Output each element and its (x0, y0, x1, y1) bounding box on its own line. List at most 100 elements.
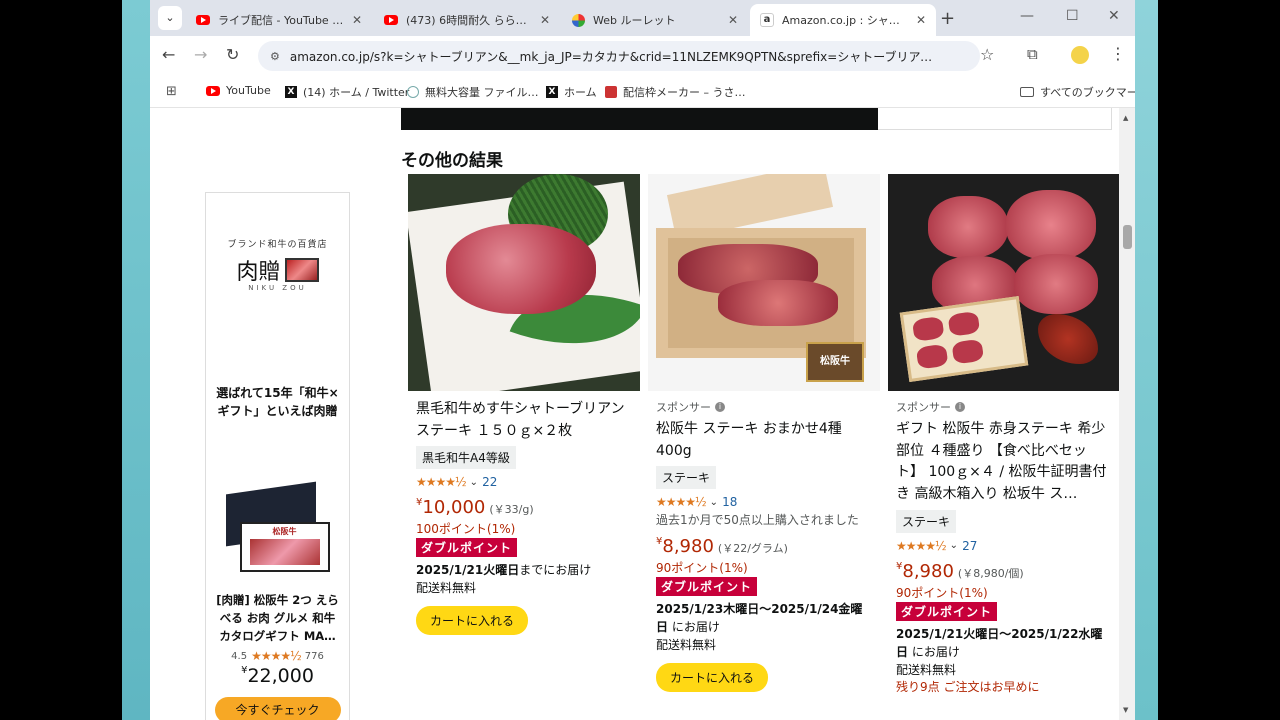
profile-avatar[interactable] (1071, 46, 1089, 64)
info-icon[interactable]: i (715, 402, 725, 412)
address-url[interactable]: amazon.co.jp/s?k=シャトーブリアン&__mk_ja_JP=カタカ… (290, 48, 980, 65)
shipping: 配送料無料 (416, 581, 477, 596)
tab-web-roulette[interactable]: Web ルーレット ✕ (562, 4, 748, 36)
steak (446, 224, 596, 314)
delivery-info: 2025/1/23木曜日～2025/1/24金曜日 にお届け (656, 600, 872, 636)
chevron-down-icon[interactable]: ⌄ (950, 540, 958, 551)
new-tab-button[interactable]: + (940, 8, 955, 29)
ad-rating[interactable]: 4.5 ★★★★½ 776 (206, 649, 349, 663)
tab-youtube-video[interactable]: (473) 6時間耐久 らららコッペ… ✕ (374, 4, 560, 36)
double-points-badge: ダブルポイント (656, 577, 758, 597)
product-image[interactable] (408, 174, 640, 391)
extensions-icon[interactable]: ⧉ (1027, 45, 1038, 63)
steak (928, 196, 1008, 258)
review-count[interactable]: 22 (482, 475, 497, 489)
ad-brand-name: 肉贈 (236, 260, 281, 285)
unit-price: (￥8,980/個) (957, 566, 1024, 580)
gift-box: 松阪牛 (239, 522, 330, 572)
ad-title[interactable]: [肉贈] 松阪牛 2つ えらべる お肉 グルメ 和牛 カタログギフト MA… (214, 592, 341, 645)
ad-product-image[interactable]: 松阪牛 (222, 481, 334, 574)
reload-button[interactable]: ↻ (226, 45, 239, 64)
bookmark-label: (14) ホーム / Twitter (303, 86, 410, 99)
bookmark-star-icon[interactable]: ☆ (980, 45, 994, 64)
scrollbar[interactable]: ▲ ▼ (1119, 108, 1135, 720)
product-price: ¥8,980 (￥22/グラム) (656, 536, 872, 557)
star-rating-icon: ★★★★½ (656, 495, 707, 510)
youtube-icon (196, 15, 210, 25)
product-price: ¥8,980 (￥8,980/個) (896, 561, 1112, 582)
steak (911, 315, 945, 342)
scrollbar-thumb[interactable] (1123, 225, 1132, 249)
product-rating[interactable]: ★★★★½ ⌄ 22 (416, 475, 632, 489)
chevron-down-icon[interactable]: ⌄ (470, 477, 478, 488)
product-image[interactable]: 松阪牛 (648, 174, 880, 391)
review-count[interactable]: 18 (722, 495, 737, 509)
apps-icon[interactable]: ⊞ (166, 84, 177, 99)
steak (951, 338, 985, 365)
product-rating[interactable]: ★★★★½ ⌄ 18 (656, 495, 872, 509)
site-info-icon[interactable]: ⚙ (270, 50, 280, 63)
double-points-badge: ダブルポイント (896, 601, 998, 621)
all-bookmarks-button[interactable]: すべてのブックマーク (1020, 84, 1135, 100)
bought-count: 過去1か月で50点以上購入されました (656, 513, 859, 528)
browser-window: ⌄ ライブ配信 - YouTube Studio ✕ (473) 6時間耐久 ら… (150, 0, 1135, 720)
review-count[interactable]: 27 (962, 539, 977, 553)
bookmarks-bar: ⊞ YouTube X (14) ホーム / Twitter 無料大容量 ファイ… (150, 74, 1135, 108)
steak (1014, 254, 1098, 314)
sponsored-text: スポンサー (656, 401, 711, 414)
scroll-down-icon[interactable]: ▼ (1123, 706, 1128, 714)
delivery-suffix: にお届け (911, 644, 960, 659)
menu-icon[interactable]: ⋮ (1110, 44, 1126, 63)
info-icon[interactable]: i (955, 402, 965, 412)
price-value: 8,980 (902, 560, 954, 582)
product-image[interactable] (888, 174, 1120, 391)
bookmark-x-home[interactable]: X ホーム (546, 84, 597, 100)
toolbar: ← → ↻ ⚙ amazon.co.jp/s?k=シャトーブリアン&__mk_j… (150, 36, 1135, 74)
chevron-down-icon[interactable]: ⌄ (710, 497, 718, 508)
product-title[interactable]: 松阪牛 ステーキ おまかせ4種 400g (656, 419, 872, 462)
product-title[interactable]: ギフト 松阪牛 赤身ステーキ 希少部位 ４種盛り 【食べ比べセット】 100ｇ×… (896, 419, 1112, 506)
bookmark-file-share[interactable]: 無料大容量 ファイル… (407, 84, 539, 100)
tab-amazon[interactable]: a Amazon.co.jp : シャトーブリアン ✕ (750, 4, 936, 36)
bookmark-youtube[interactable]: YouTube (206, 84, 271, 97)
star-rating-icon: ★★★★½ (251, 649, 302, 664)
ad-price: ¥22,000 (206, 665, 349, 687)
close-icon[interactable]: ✕ (916, 13, 926, 27)
close-icon[interactable]: ✕ (728, 13, 738, 27)
close-icon[interactable]: ✕ (352, 13, 362, 27)
ad-brand-roman: NIKU ZOU (248, 284, 307, 292)
bookmark-twitter[interactable]: X (14) ホーム / Twitter (285, 84, 409, 100)
tab-search-button[interactable]: ⌄ (158, 6, 182, 30)
back-button[interactable]: ← (162, 45, 175, 64)
section-heading: その他の結果 (401, 151, 503, 171)
product-rating[interactable]: ★★★★½ ⌄ 27 (896, 539, 1112, 553)
forward-button[interactable]: → (194, 45, 207, 64)
add-to-cart-button[interactable]: カートに入れる (656, 663, 769, 693)
shipping: 配送料無料 (896, 662, 957, 677)
product-title[interactable]: 黒毛和牛めす牛シャトーブリアンステーキ １５０ｇ×２枚 (416, 399, 632, 442)
minimize-button[interactable]: — (1020, 8, 1034, 24)
product-tag: ステーキ (896, 509, 957, 533)
ad-review-count: 776 (304, 650, 324, 662)
product-tag: 黒毛和牛A4等級 (416, 446, 516, 470)
tab-youtube-studio[interactable]: ライブ配信 - YouTube Studio ✕ (186, 4, 372, 36)
delivery-info: 2025/1/21火曜日～2025/1/22水曜日 にお届け (896, 625, 1112, 661)
star-rating-icon: ★★★★½ (896, 538, 947, 553)
close-icon[interactable]: ✕ (540, 13, 550, 27)
delivery-suffix: にお届け (671, 620, 720, 635)
bookmark-haishin[interactable]: 配信枠メーカー – うさ… (605, 84, 746, 100)
banner-border (878, 108, 1112, 130)
tab-strip: ⌄ ライブ配信 - YouTube Studio ✕ (473) 6時間耐久 ら… (150, 0, 1135, 36)
gift-box-label: 松阪牛 (272, 527, 297, 536)
add-to-cart-button[interactable]: カートに入れる (416, 606, 529, 636)
sponsored-label: スポンサー i (896, 399, 1112, 415)
ad-check-button[interactable]: 今すぐチェック (214, 697, 341, 720)
address-bar[interactable]: ⚙ amazon.co.jp/s?k=シャトーブリアン&__mk_ja_JP=カ… (258, 41, 980, 71)
scroll-up-icon[interactable]: ▲ (1123, 114, 1128, 122)
maximize-button[interactable]: ☐ (1066, 8, 1079, 24)
double-points-badge: ダブルポイント (416, 538, 518, 558)
sponsored-ad[interactable]: ブランド和牛の百貨店 肉贈 NIKU ZOU 選ばれて15年「和牛×ギフト」とい… (205, 192, 350, 720)
youtube-icon (206, 85, 220, 96)
desktop-background-right (1134, 0, 1158, 720)
close-window-button[interactable]: ✕ (1108, 8, 1120, 24)
